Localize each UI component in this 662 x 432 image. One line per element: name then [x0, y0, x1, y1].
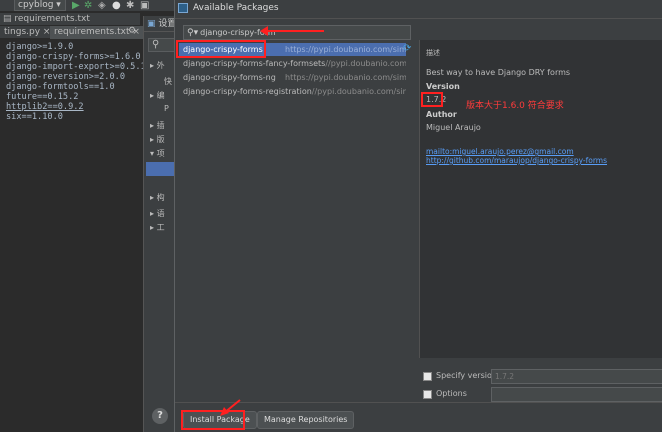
sdk-icon[interactable]: ▣: [140, 0, 149, 11]
code-line: six==1.10.0: [6, 112, 63, 122]
package-repo: https://pypi.doubanio.com/simple/: [285, 73, 406, 82]
code-line: django-reversion>=2.0.0: [6, 72, 125, 82]
package-search-input[interactable]: ⚲▾ django-crispy-form: [183, 25, 411, 40]
list-item[interactable]: django-crispy-forms https://pypi.doubani…: [179, 43, 406, 56]
package-description: Best way to have Django DRY forms: [426, 68, 571, 77]
settings-tree-item[interactable]: ▸ 构: [150, 192, 165, 203]
stop-icon[interactable]: ●: [112, 0, 121, 11]
version-label: Version: [426, 82, 460, 91]
package-search-value: django-crispy-form: [200, 28, 276, 37]
dialog-title: Available Packages: [193, 3, 279, 13]
run-icon[interactable]: ▶: [72, 0, 80, 11]
settings-tree-item[interactable]: P: [164, 104, 169, 113]
package-repo: https://pypi.doubanio.com/simple/: [285, 45, 406, 54]
author-label: Author: [426, 110, 457, 119]
settings-tree-item[interactable]: ▸ 编: [150, 90, 165, 101]
coverage-icon[interactable]: ◈: [98, 0, 106, 11]
package-name: django-crispy-forms-registration: [183, 87, 312, 96]
editor-tab-bar: tings.py × requirements.txt × ⚙: [0, 26, 145, 39]
options-label: Options: [436, 389, 467, 398]
dialog-footer: Install Package Manage Repositories: [175, 402, 662, 432]
settings-tree-item[interactable]: ▸ 工: [150, 222, 165, 233]
install-package-button[interactable]: Install Package: [183, 411, 257, 429]
settings-tree-item[interactable]: 快: [164, 76, 172, 87]
settings-tree-item[interactable]: ▸ 插: [150, 120, 165, 131]
search-icon: ⚲▾: [187, 28, 199, 38]
list-item[interactable]: django-crispy-forms-fancy-formsets//pypi…: [179, 57, 406, 70]
settings-tree-item[interactable]: ▾ 项: [150, 148, 165, 159]
search-icon: ⚲: [152, 39, 160, 50]
package-repo: //pypi.doubanio.com/simple/: [311, 87, 406, 96]
options-field[interactable]: [491, 387, 662, 402]
tab-settings-py[interactable]: tings.py ×: [0, 26, 54, 39]
help-button[interactable]: ?: [152, 408, 168, 424]
settings-tree-item[interactable]: ▸ 版: [150, 134, 165, 145]
package-name: django-crispy-forms-fancy-formsets: [183, 59, 326, 68]
project-url-link[interactable]: http://github.com/maraujop/django-crispy…: [426, 156, 607, 165]
available-packages-dialog: Available Packages ⚲▾ django-crispy-form …: [174, 0, 662, 432]
project-label: cpyblog: [18, 0, 54, 10]
code-line: django-crispy-forms>=1.6.0: [6, 52, 141, 62]
navigation-bar: ▤ requirements.txt: [0, 13, 140, 25]
author-email-link[interactable]: mailto:miguel.araujo.perez@gmail.com: [426, 147, 574, 156]
file-icon: ▤: [3, 14, 15, 24]
package-repo: //pypi.doubanio.com/simple/: [325, 59, 406, 68]
package-name: django-crispy-forms: [183, 45, 263, 54]
code-line: django-formtools==1.0: [6, 82, 115, 92]
debug-icon[interactable]: ✲: [84, 0, 92, 11]
specify-version-checkbox[interactable]: [423, 372, 432, 381]
code-line: django-import-export>=0.5.1: [6, 62, 146, 72]
code-line: django>=1.9.0: [6, 42, 74, 52]
code-line: httplib2==0.9.2: [6, 102, 84, 112]
settings-icon[interactable]: ✱: [126, 0, 134, 11]
manage-repositories-button[interactable]: Manage Repositories: [257, 411, 355, 429]
options-checkbox[interactable]: [423, 390, 432, 399]
specify-version-label: Specify version: [436, 371, 497, 380]
file-path[interactable]: requirements.txt: [14, 14, 89, 24]
code-editor[interactable]: django>=1.9.0 django-crispy-forms>=1.6.0…: [0, 40, 146, 432]
package-list[interactable]: django-crispy-forms https://pypi.doubani…: [179, 40, 406, 402]
code-line: future==0.15.2: [6, 92, 79, 102]
list-item[interactable]: django-crispy-forms-registration//pypi.d…: [179, 85, 406, 98]
settings-tree-item[interactable]: ▸ 语: [150, 208, 165, 219]
author-value: Miguel Araujo: [426, 123, 481, 132]
dialog-titlebar: Available Packages: [175, 0, 662, 19]
tabs-more-icon[interactable]: ⚙: [128, 26, 136, 36]
pycharm-app-icon: [178, 3, 188, 13]
package-name: django-crispy-forms-ng: [183, 73, 276, 82]
version-value: 1.7.2: [426, 95, 447, 104]
project-selector[interactable]: cpyblog ▾: [14, 0, 66, 11]
package-detail-panel: 描述 Best way to have Django DRY forms Ver…: [419, 40, 662, 358]
refresh-icon[interactable]: ⟳: [403, 44, 413, 54]
annotation-note: 版本大于1.6.0 符合要求: [466, 101, 564, 111]
specify-version-row: Specify version 1.7.2: [423, 368, 662, 386]
detail-header: 描述: [426, 49, 440, 57]
list-item[interactable]: django-crispy-forms-ng https://pypi.doub…: [179, 71, 406, 84]
specify-version-field[interactable]: 1.7.2: [491, 369, 662, 384]
settings-tree-item[interactable]: ▸ 外: [150, 60, 165, 71]
